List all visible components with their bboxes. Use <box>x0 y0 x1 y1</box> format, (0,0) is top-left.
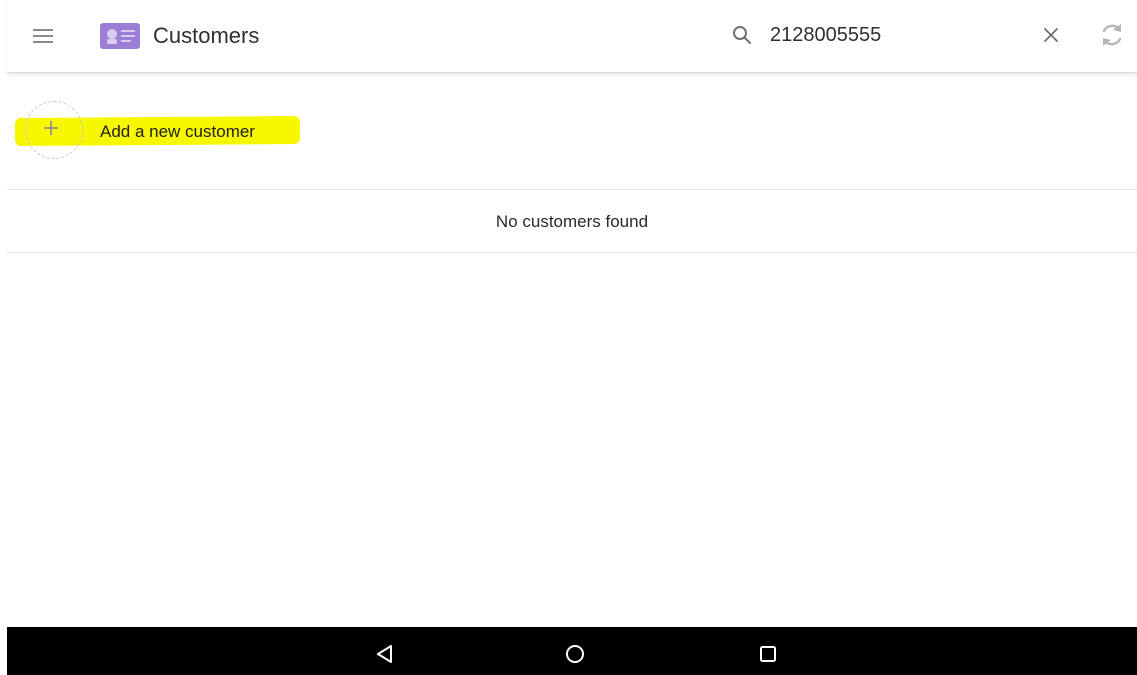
system-navigation-bar <box>7 627 1137 675</box>
recents-square-icon[interactable] <box>757 643 779 665</box>
close-icon[interactable] <box>1041 25 1061 45</box>
empty-results-row: No customers found <box>7 190 1137 253</box>
back-triangle-icon[interactable] <box>374 643 396 665</box>
plus-icon[interactable] <box>39 116 63 140</box>
search-icon <box>731 24 753 46</box>
search-input[interactable] <box>770 20 1020 50</box>
sync-icon[interactable] <box>1097 20 1127 50</box>
customer-card-icon <box>100 23 140 49</box>
add-customer-row[interactable]: Add a new customer <box>7 74 1137 190</box>
customers-screen: Customers 2128005555 Add a new customer … <box>0 0 1137 675</box>
page-title: Customers <box>153 23 260 48</box>
add-customer-label[interactable]: Add a new customer <box>100 121 255 143</box>
empty-message: No customers found <box>495 212 649 231</box>
hamburger-menu-icon[interactable] <box>32 25 54 47</box>
app-bar: Customers <box>7 0 1137 73</box>
home-circle-icon[interactable] <box>564 643 586 665</box>
